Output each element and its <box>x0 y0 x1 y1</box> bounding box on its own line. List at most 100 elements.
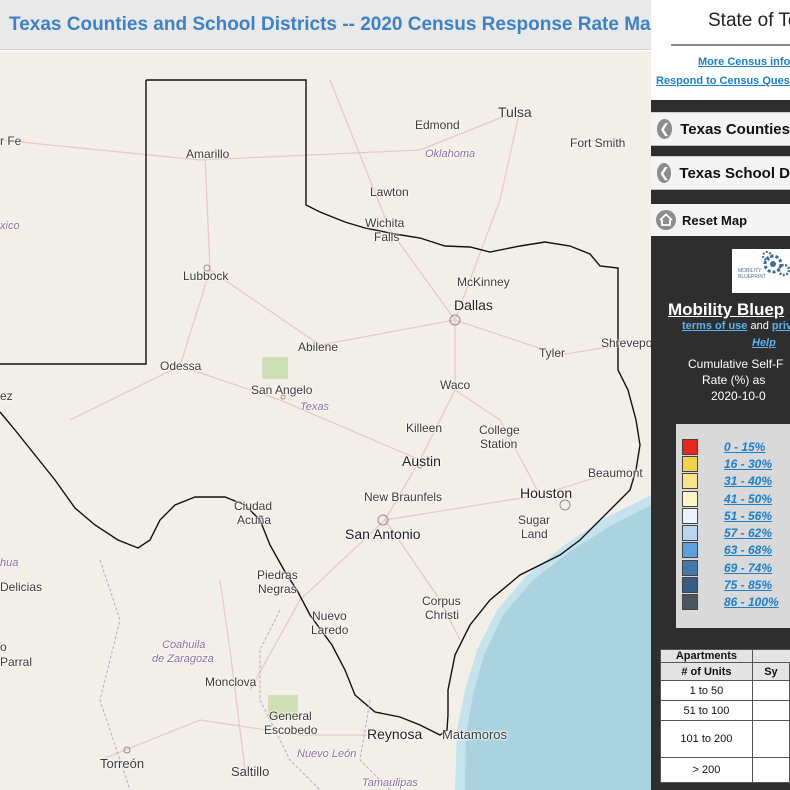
map-label-edmond: Edmond <box>415 118 460 132</box>
map-label-nuevo: Nuevo <box>312 609 347 623</box>
help-link[interactable]: Help <box>752 337 776 349</box>
home-icon <box>656 210 676 230</box>
map-label-dallas: Dallas <box>454 297 493 313</box>
sy-header: Sy <box>751 662 790 681</box>
map-label-mckinney: McKinney <box>457 275 510 289</box>
legend-item[interactable]: 86 - 100% <box>676 594 790 611</box>
map-label-oklahoma: Oklahoma <box>425 148 476 160</box>
legend-range-link[interactable]: 51 - 56% <box>724 509 772 523</box>
legend-item[interactable]: 31 - 40% <box>676 473 790 490</box>
legend-swatch <box>682 507 698 524</box>
legend-item[interactable]: 75 - 85% <box>676 576 790 594</box>
legend-item[interactable]: 63 - 68% <box>676 542 790 559</box>
and-text: and <box>750 320 769 332</box>
map-label-killeen: Killeen <box>406 421 443 435</box>
map-label-falls: Falls <box>374 230 400 244</box>
legend-item[interactable]: 0 - 15% <box>676 438 790 455</box>
legend-range-link[interactable]: 63 - 68% <box>724 543 772 557</box>
map-label-reynosa: Reynosa <box>367 726 423 742</box>
respond-to-census-link[interactable]: Respond to Census Ques <box>656 75 790 87</box>
legend-swatch <box>682 594 698 611</box>
legend-item[interactable]: 16 - 30% <box>676 455 790 472</box>
texas-school-districts-button[interactable]: ❮ Texas School D <box>651 156 790 190</box>
map-label-land: Land <box>521 527 548 541</box>
map-label-ciudad: Ciudad <box>234 499 273 513</box>
map-view[interactable]: Tulsa Edmond Oklahoma Fort Smith Amarill… <box>0 51 651 790</box>
mobility-blueprint-logo: MOBILITY BLUEPRINT <box>732 249 790 293</box>
legend-item[interactable]: 41 - 50% <box>676 490 790 507</box>
legend-swatch <box>682 490 698 507</box>
legend-range-link[interactable]: 86 - 100% <box>724 595 779 609</box>
map-label-station: Station <box>480 437 518 451</box>
legend-item[interactable]: 69 - 74% <box>676 559 790 576</box>
legend-swatch <box>682 438 698 455</box>
map-label-sugar: Sugar <box>518 513 551 527</box>
map-canvas[interactable] <box>0 51 651 790</box>
map-label-ez: ez <box>0 389 13 403</box>
arrow-left-icon: ❮ <box>657 163 672 183</box>
map-label-texas: Texas <box>300 401 329 413</box>
more-census-info-link[interactable]: More Census info <box>698 56 790 68</box>
table-row: 101 to 200 <box>660 720 753 758</box>
table-row: > 200 <box>660 757 753 783</box>
legend-item[interactable]: 51 - 56% <box>676 507 790 524</box>
map-label-hua: hua <box>0 557 19 569</box>
legend-swatch <box>682 525 698 542</box>
map-label-austin: Austin <box>402 453 441 469</box>
terms-of-use-link[interactable]: terms of use <box>682 320 747 332</box>
sidebar-header: State of Te More Census info Respond to … <box>651 0 790 100</box>
desc-line-3: 2020-10-0 <box>711 389 766 403</box>
map-label-general: General <box>269 709 312 723</box>
map-label-beaumont: Beaumont <box>588 466 643 480</box>
texas-counties-button[interactable]: ❮ Texas Counties <box>651 112 790 146</box>
page-header: Texas Counties and School Districts -- 2… <box>0 0 662 50</box>
table-row: 1 to 50 <box>660 680 753 701</box>
desc-line-2: Rate (%) as <box>702 373 766 387</box>
map-label-abilene: Abilene <box>298 340 339 354</box>
legend-range-link[interactable]: 57 - 62% <box>724 526 772 540</box>
map-label-fort-smith: Fort Smith <box>570 136 626 150</box>
legend-description: Cumulative Self-F Rate (%) as 2020-10-0 <box>688 356 783 404</box>
legend-range-link[interactable]: 0 - 15% <box>724 440 765 454</box>
legend-range-link[interactable]: 69 - 74% <box>724 561 772 575</box>
desc-line-1: Cumulative Self-F <box>688 357 784 371</box>
texas-counties-label: Texas Counties <box>680 120 790 138</box>
legend-range-link[interactable]: 31 - 40% <box>724 474 772 488</box>
response-rate-legend: 0 - 15% 16 - 30% 31 - 40% 41 - 50% 51 - 56% 5… <box>676 424 790 628</box>
mobility-blueprint-link[interactable]: Mobility Bluep <box>668 300 784 320</box>
map-label-monclova: Monclova <box>205 675 257 689</box>
map-label-lawton: Lawton <box>370 185 409 199</box>
map-label-waco: Waco <box>440 378 471 392</box>
map-label-saltillo: Saltillo <box>231 764 270 779</box>
map-label-amarillo: Amarillo <box>186 147 230 161</box>
map-label-acuna: Acuña <box>237 513 272 527</box>
park-area <box>262 357 288 379</box>
terms-line: terms of use and priv <box>682 320 790 332</box>
map-label-new-braunfels: New Braunfels <box>364 490 443 504</box>
map-label-matamoros: Matamoros <box>442 727 508 742</box>
map-label-delicias: Delicias <box>0 580 43 594</box>
arrow-left-icon: ❮ <box>657 119 673 139</box>
map-label-piedras: Piedras <box>257 568 298 582</box>
legend-range-link[interactable]: 41 - 50% <box>724 492 772 506</box>
map-label-corpus: Corpus <box>422 594 461 608</box>
legend-range-link[interactable]: 16 - 30% <box>724 457 772 471</box>
map-label-houston: Houston <box>520 485 573 501</box>
map-label-de-zaragoza: de Zaragoza <box>152 653 214 665</box>
map-label-christi: Christi <box>425 608 460 622</box>
table-row: 51 to 100 <box>660 700 753 721</box>
legend-range-link[interactable]: 75 - 85% <box>724 578 772 592</box>
reset-map-button[interactable]: Reset Map <box>651 204 790 236</box>
privacy-link[interactable]: priv <box>772 320 790 332</box>
map-label-nuevo-leon: Nuevo León <box>297 748 357 760</box>
map-label-o: o <box>0 640 7 654</box>
map-label-coahuila: Coahuila <box>162 639 206 651</box>
map-label-lubbock: Lubbock <box>183 269 229 283</box>
map-label-parral: Parral <box>0 655 33 669</box>
map-label-tamaulipas: Tamaulipas <box>362 777 418 789</box>
page-title: Texas Counties and School Districts -- 2… <box>9 13 663 35</box>
legend-item[interactable]: 57 - 62% <box>676 524 790 542</box>
map-label-fe: r Fe <box>0 134 22 148</box>
divider <box>671 44 790 46</box>
sidebar: State of Te More Census info Respond to … <box>651 0 790 790</box>
